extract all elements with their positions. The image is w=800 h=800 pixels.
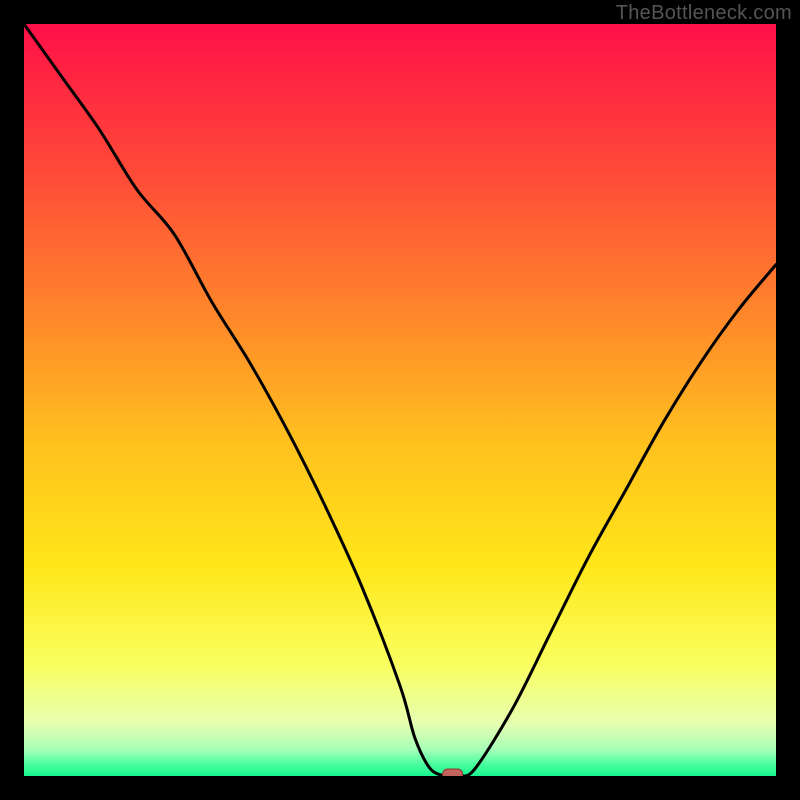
gradient-background (24, 24, 776, 776)
watermark-text: TheBottleneck.com (616, 2, 792, 25)
plot-area (24, 24, 776, 776)
bottleneck-chart (24, 24, 776, 776)
chart-frame: TheBottleneck.com (0, 0, 800, 800)
optimal-marker (443, 769, 463, 776)
